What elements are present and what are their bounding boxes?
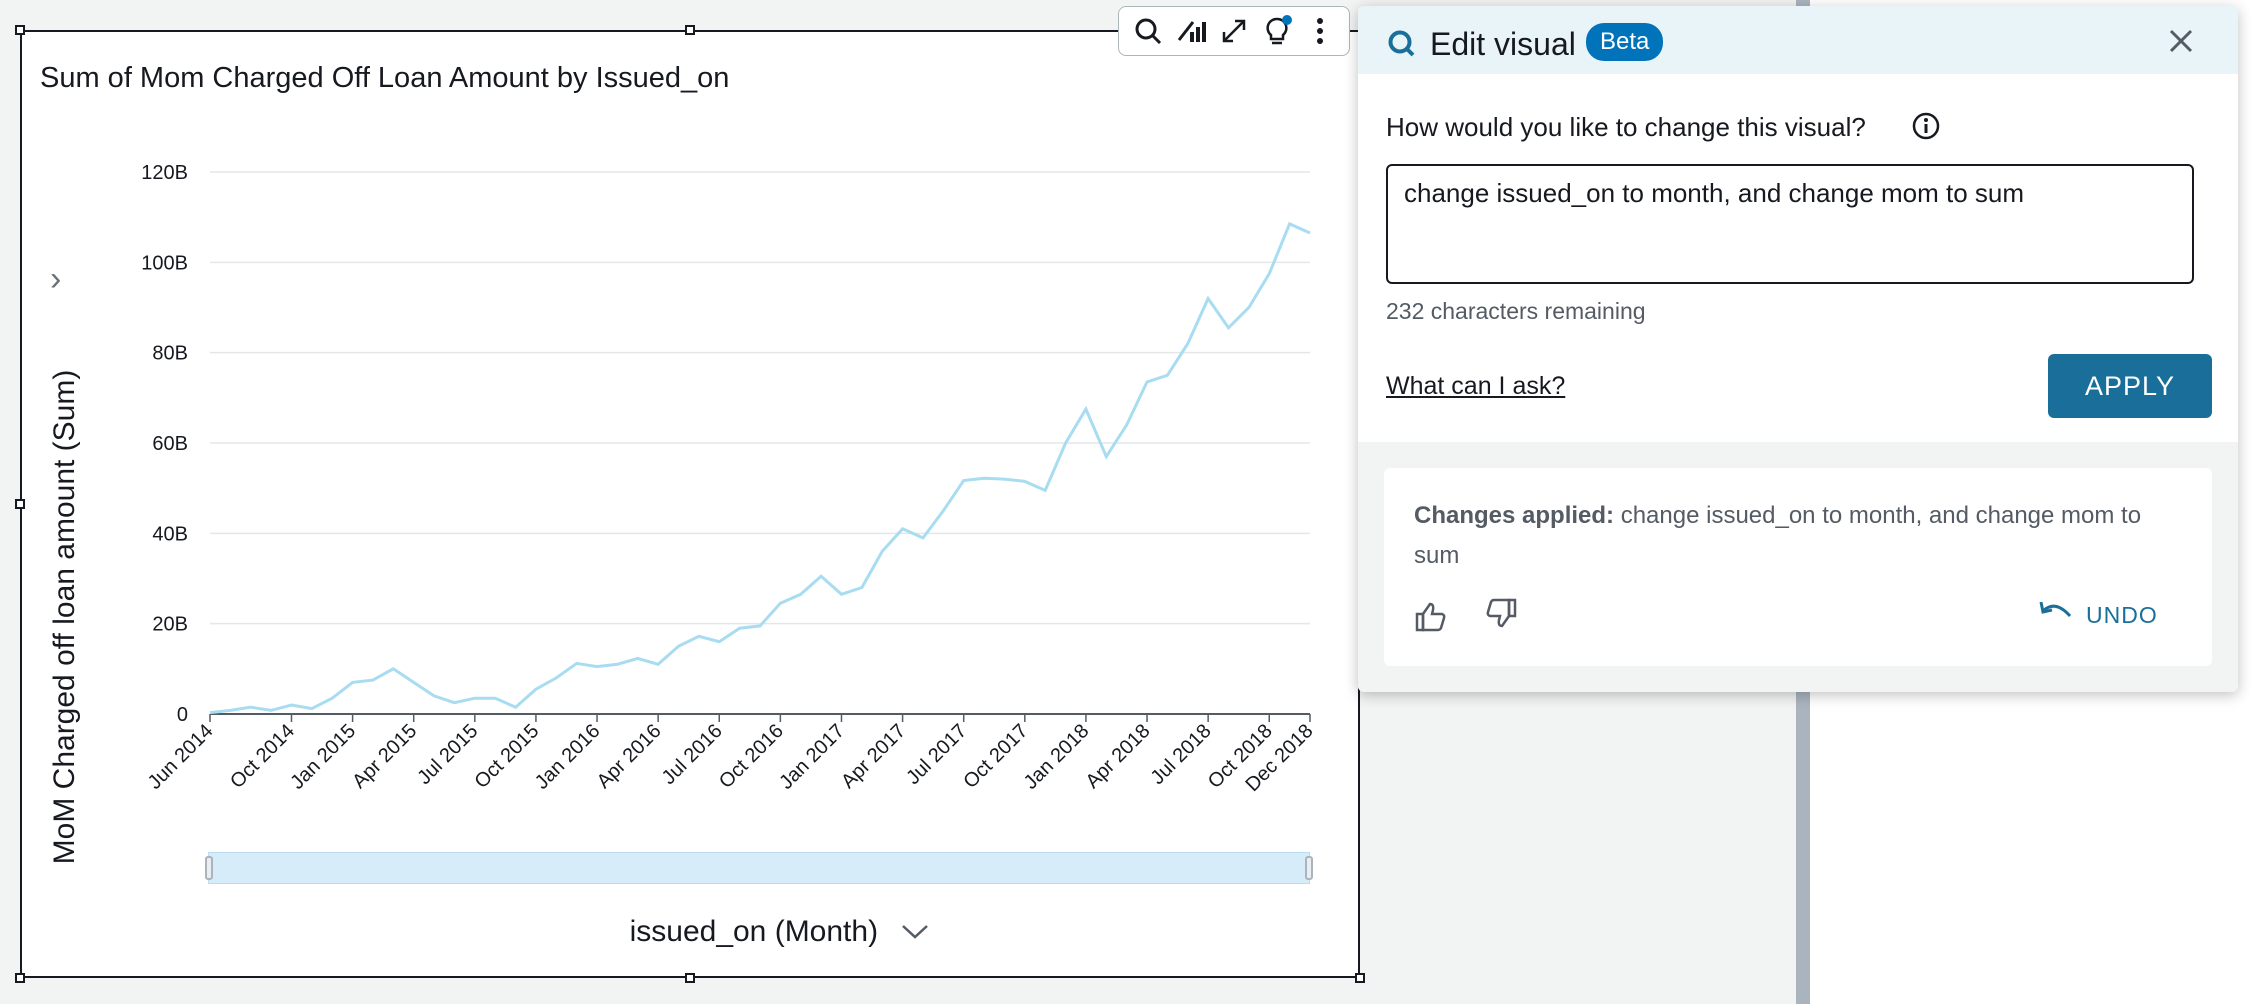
resize-handle[interactable]	[15, 973, 25, 983]
chevron-down-icon	[900, 915, 930, 949]
range-scroller[interactable]	[205, 852, 1313, 884]
y-tick-label: 40B	[152, 523, 188, 545]
x-tick-label: Oct 2015	[471, 720, 544, 793]
y-tick-label: 120B	[141, 162, 188, 184]
x-tick-label: Jan 2015	[286, 720, 360, 794]
x-tick-label: Jun 2014	[144, 720, 218, 794]
y-tick-label: 0	[177, 704, 188, 726]
resize-handle[interactable]	[1355, 973, 1365, 983]
undo-button[interactable]: UNDO	[2038, 600, 2158, 630]
thumbs-down-icon[interactable]	[1484, 596, 1518, 635]
visual-toolbar	[1118, 6, 1350, 56]
thumbs-up-icon[interactable]	[1414, 600, 1448, 639]
series-line	[209, 221, 1311, 715]
x-tick-label: Jan 2018	[1020, 720, 1094, 794]
x-axis-title-dropdown[interactable]: issued_on (Month)	[0, 915, 1560, 949]
prompt-input[interactable]	[1386, 164, 2194, 284]
y-tick-label: 20B	[152, 614, 188, 636]
question-label: How would you like to change this visual…	[1386, 112, 1866, 142]
y-tick-label: 100B	[141, 252, 188, 274]
line-chart: 020B40B60B80B100B120B Jun 2014 Oct 2014Ja…	[141, 162, 1317, 796]
undo-icon	[2038, 600, 2072, 630]
expand-icon[interactable]	[1217, 14, 1251, 48]
beta-badge: Beta	[1586, 23, 1664, 61]
y-tick-label: 80B	[152, 343, 188, 365]
lightbulb-icon[interactable]	[1260, 14, 1294, 48]
panel-title: Edit visual	[1430, 26, 1576, 62]
x-tick-label: Apr 2018	[1082, 720, 1155, 793]
q-icon	[1386, 28, 1418, 65]
x-tick-label: Oct 2016	[715, 720, 788, 793]
more-menu-icon[interactable]	[1303, 14, 1337, 48]
changes-applied-label: Changes applied:	[1414, 502, 1615, 529]
changes-applied-text: Changes applied: change issued_on to mon…	[1414, 496, 2174, 576]
undo-label: UNDO	[2086, 601, 2158, 628]
x-tick-label: Apr 2015	[348, 720, 421, 793]
x-axis-title: issued_on (Month)	[629, 915, 879, 948]
resize-handle[interactable]	[685, 973, 695, 983]
x-tick-label: Oct 2014	[226, 720, 299, 793]
info-icon[interactable]	[1910, 110, 1942, 147]
y-tick-label: 60B	[152, 433, 188, 455]
x-tick-label: Jan 2017	[775, 720, 849, 794]
scroller-left-handle[interactable]	[205, 856, 213, 880]
search-icon[interactable]	[1131, 14, 1165, 48]
x-tick-label: Jan 2016	[531, 720, 605, 794]
apply-button[interactable]: APPLY	[2048, 354, 2212, 418]
x-tick-label: Oct 2017	[959, 720, 1032, 793]
char-remaining-text: 232 characters remaining	[1386, 298, 1646, 324]
close-icon[interactable]	[2166, 26, 2196, 61]
analyze-icon[interactable]	[1174, 14, 1208, 48]
x-tick-label: Apr 2017	[837, 720, 910, 793]
edit-visual-panel: Edit visual Beta How would you like to c…	[1358, 6, 2238, 692]
x-tick-label: Apr 2016	[593, 720, 666, 793]
what-can-i-ask-link[interactable]: What can I ask?	[1386, 372, 1565, 401]
scroller-right-handle[interactable]	[1305, 856, 1313, 880]
